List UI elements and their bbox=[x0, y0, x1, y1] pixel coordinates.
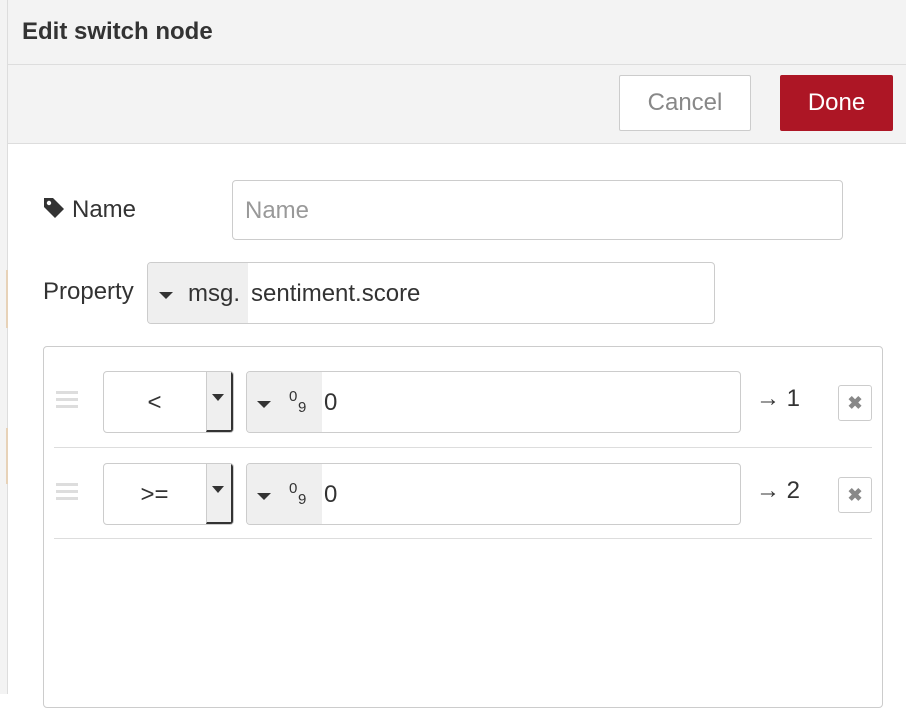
caret-down-icon bbox=[212, 486, 224, 493]
value-type-selector[interactable]: 09 bbox=[247, 372, 322, 432]
rule-value: 0 bbox=[324, 481, 338, 508]
rule-divider bbox=[54, 538, 872, 539]
name-input[interactable]: Name bbox=[232, 180, 843, 240]
property-type-selector[interactable]: msg. bbox=[148, 263, 248, 323]
output-label: → 1 bbox=[756, 385, 801, 412]
caret-down-icon bbox=[159, 292, 173, 299]
left-panel-edge bbox=[0, 0, 8, 694]
remove-rule-button[interactable]: ✖ bbox=[838, 385, 872, 421]
dialog-title-bar: Edit switch node bbox=[8, 0, 906, 65]
rule-row: >= 09 0 → 2 ✖ bbox=[44, 439, 882, 531]
operator-value: < bbox=[147, 389, 162, 416]
tag-icon bbox=[44, 198, 64, 218]
dialog-title: Edit switch node bbox=[22, 18, 213, 45]
rules-container: < 09 0 → 1 ✖ >= 09 0 → 2 ✖ bbox=[43, 346, 883, 708]
number-icon: 09 bbox=[289, 388, 307, 416]
close-icon: ✖ bbox=[847, 393, 863, 413]
caret-down-icon bbox=[257, 493, 271, 500]
operator-select[interactable]: < bbox=[103, 371, 234, 433]
output-label: → 2 bbox=[756, 477, 801, 504]
name-label: Name bbox=[72, 196, 137, 223]
left-edge-marker bbox=[6, 428, 8, 484]
cancel-button[interactable]: Cancel bbox=[619, 75, 751, 131]
dialog-button-bar: Cancel Done bbox=[8, 65, 906, 144]
select-arrow[interactable] bbox=[206, 372, 233, 432]
done-button[interactable]: Done bbox=[780, 75, 893, 131]
rule-row: < 09 0 → 1 ✖ bbox=[44, 347, 882, 439]
operator-select[interactable]: >= bbox=[103, 463, 234, 525]
property-label: Property bbox=[43, 278, 134, 305]
number-icon: 09 bbox=[289, 480, 307, 508]
property-input[interactable]: msg. sentiment.score bbox=[147, 262, 715, 324]
select-arrow[interactable] bbox=[206, 464, 233, 524]
close-icon: ✖ bbox=[847, 485, 863, 505]
property-value: sentiment.score bbox=[251, 280, 421, 307]
name-placeholder: Name bbox=[245, 197, 310, 224]
property-prefix: msg. bbox=[188, 280, 241, 307]
drag-handle-icon[interactable] bbox=[56, 391, 78, 412]
operator-value: >= bbox=[140, 481, 169, 508]
caret-down-icon bbox=[257, 401, 271, 408]
rule-value-input[interactable]: 09 0 bbox=[246, 371, 741, 433]
rule-value-input[interactable]: 09 0 bbox=[246, 463, 741, 525]
rule-value: 0 bbox=[324, 389, 338, 416]
left-edge-marker bbox=[6, 270, 8, 328]
drag-handle-icon[interactable] bbox=[56, 483, 78, 504]
value-type-selector[interactable]: 09 bbox=[247, 464, 322, 524]
remove-rule-button[interactable]: ✖ bbox=[838, 477, 872, 513]
caret-down-icon bbox=[212, 394, 224, 401]
